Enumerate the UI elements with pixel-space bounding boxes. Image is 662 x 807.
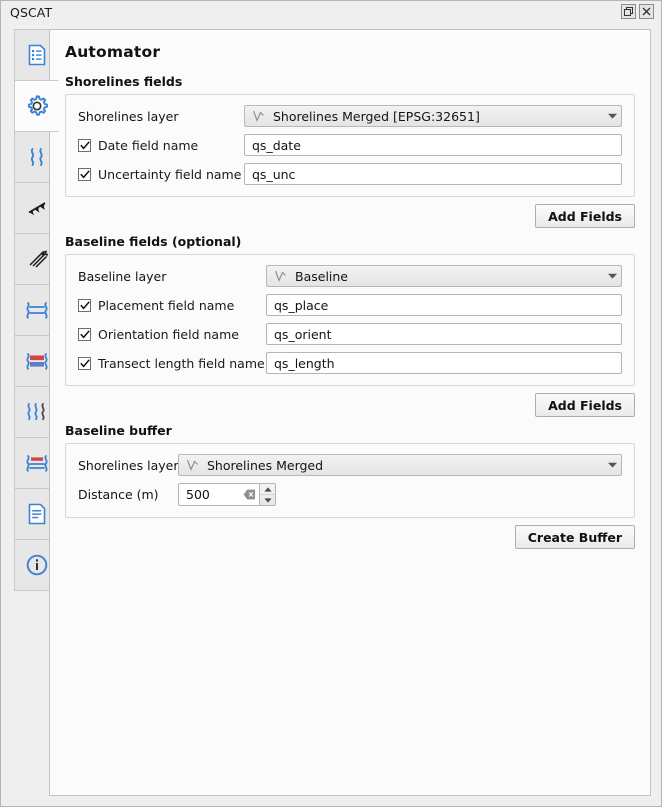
spin-up-button[interactable]	[260, 484, 275, 495]
chevron-down-icon	[608, 462, 617, 468]
spin-down-button[interactable]	[260, 495, 275, 505]
baseline-fields-section: Baseline fields (optional) Baseline laye…	[65, 234, 635, 417]
shorelines-fields-section: Shorelines fields Shorelines layer Shore…	[65, 74, 635, 228]
close-button[interactable]	[639, 4, 654, 19]
shorelines-layer-combobox[interactable]: Shorelines Merged [EPSG:32651]	[244, 105, 622, 127]
uncertainty-field-label: Uncertainty field name	[98, 166, 242, 182]
transect-length-field-checkbox-box[interactable]	[78, 356, 91, 370]
placement-field-checkbox-box[interactable]	[78, 298, 91, 312]
window-title: QSCAT	[10, 4, 53, 20]
shorelines-layer-label: Shorelines layer	[78, 108, 179, 124]
transect-length-field-input[interactable]: qs_length	[266, 352, 622, 374]
uncertainty-field-row: Uncertainty field name qs_unc	[78, 163, 622, 185]
shorelines-fields-groupbox: Shorelines layer Shorelines Merged [EPSG…	[65, 94, 635, 197]
float-icon	[624, 7, 633, 16]
buffer-layer-row: Shorelines layer Shorelines Merged	[78, 454, 622, 476]
baseline-layer-row: Baseline layer Baseline	[78, 265, 622, 287]
buffer-layer-value: Shorelines Merged	[207, 457, 324, 473]
uncertainty-field-input[interactable]: qs_unc	[244, 163, 622, 185]
window-controls	[621, 4, 654, 19]
create-buffer-row: Create Buffer	[65, 525, 635, 549]
forecasting-icon	[26, 403, 45, 421]
date-field-label: Date field name	[98, 137, 199, 153]
clear-icon	[243, 489, 255, 500]
check-icon	[79, 329, 90, 339]
float-button[interactable]	[621, 4, 636, 19]
orientation-field-checkbox[interactable]: Orientation field name	[78, 327, 266, 342]
page-title: Automator	[65, 43, 161, 61]
baseline-fields-groupbox: Baseline layer Baseline Placement field …	[65, 254, 635, 386]
transects-icon	[28, 250, 48, 268]
date-field-input[interactable]: qs_date	[244, 134, 622, 156]
check-icon	[79, 300, 90, 310]
gear-icon	[27, 95, 48, 116]
close-icon	[642, 7, 651, 16]
shorelines-add-fields-row: Add Fields	[65, 204, 635, 228]
info-icon	[26, 554, 47, 576]
baseline-layer-combobox[interactable]: Baseline	[266, 265, 622, 287]
orientation-field-input[interactable]: qs_orient	[266, 323, 622, 345]
placement-field-label: Placement field name	[98, 297, 235, 313]
orientation-field-row: Orientation field name qs_orient	[78, 323, 622, 345]
transect-length-field-label: Transect length field name	[98, 355, 265, 371]
buffer-distance-value: 500	[186, 487, 210, 502]
transect-length-field-row: Transect length field name qs_length	[78, 352, 622, 374]
create-buffer-button[interactable]: Create Buffer	[514, 525, 635, 549]
check-icon	[79, 140, 90, 150]
baseline-layer-label: Baseline layer	[78, 268, 167, 284]
uncertainty-field-checkbox-box[interactable]	[78, 167, 91, 181]
sidebar-tabrail	[1, 23, 59, 806]
area-change-icon	[25, 353, 48, 370]
date-field-checkbox[interactable]: Date field name	[78, 138, 244, 153]
date-field-checkbox-box[interactable]	[78, 138, 91, 152]
chevron-up-icon	[263, 486, 272, 492]
date-field-row: Date field name qs_date	[78, 134, 622, 156]
shorelines-icon	[30, 148, 43, 166]
check-icon	[79, 358, 90, 368]
arrows-icon	[28, 202, 45, 216]
shorelines-layer-value: Shorelines Merged [EPSG:32651]	[273, 108, 480, 124]
change-rate-icon	[25, 302, 48, 319]
window-body: Automator Shorelines fields Shorelines l…	[1, 23, 661, 806]
automator-panel: Automator Shorelines fields Shorelines l…	[49, 29, 651, 796]
visualization-icon	[25, 455, 48, 472]
orientation-field-label: Orientation field name	[98, 326, 239, 342]
baseline-buffer-title: Baseline buffer	[65, 423, 172, 438]
chevron-down-icon	[608, 273, 617, 279]
buffer-distance-spin-buttons	[259, 483, 276, 506]
buffer-distance-row: Distance (m) 500	[78, 483, 622, 506]
baseline-layer-value: Baseline	[295, 268, 348, 284]
baseline-buffer-groupbox: Shorelines layer Shorelines Merged Dista…	[65, 443, 635, 518]
vector-line-layer-icon	[252, 110, 264, 123]
qscat-window: QSCAT Automator Shorelines fields Shorel…	[0, 0, 662, 807]
chevron-down-icon	[608, 113, 617, 119]
buffer-layer-combobox[interactable]: Shorelines Merged	[178, 454, 622, 476]
transect-length-field-checkbox[interactable]: Transect length field name	[78, 356, 266, 371]
buffer-layer-label: Shorelines layer	[78, 457, 179, 473]
report-icon	[28, 503, 45, 525]
baseline-buffer-section: Baseline buffer Shorelines layer Shoreli…	[65, 423, 635, 549]
shorelines-fields-title: Shorelines fields	[65, 74, 183, 89]
baseline-add-fields-row: Add Fields	[65, 393, 635, 417]
clear-button[interactable]	[242, 488, 256, 501]
check-icon	[79, 169, 90, 179]
vector-line-layer-icon	[186, 459, 198, 472]
shorelines-layer-row: Shorelines layer Shorelines Merged [EPSG…	[78, 105, 622, 127]
placement-field-row: Placement field name qs_place	[78, 294, 622, 316]
shorelines-add-fields-button[interactable]: Add Fields	[535, 204, 635, 228]
vector-line-layer-icon	[274, 270, 286, 283]
uncertainty-field-checkbox[interactable]: Uncertainty field name	[78, 167, 244, 182]
buffer-distance-label: Distance (m)	[78, 487, 159, 502]
buffer-distance-spinbox[interactable]: 500	[178, 483, 276, 506]
placement-field-input[interactable]: qs_place	[266, 294, 622, 316]
window-titlebar: QSCAT	[1, 1, 661, 23]
baseline-add-fields-button[interactable]: Add Fields	[535, 393, 635, 417]
orientation-field-checkbox-box[interactable]	[78, 327, 91, 341]
chevron-down-icon	[263, 497, 272, 503]
buffer-distance-field[interactable]: 500	[178, 483, 259, 506]
placement-field-checkbox[interactable]: Placement field name	[78, 298, 266, 313]
document-list-icon	[28, 44, 45, 66]
baseline-fields-title: Baseline fields (optional)	[65, 234, 242, 249]
sidebar-tab-automator[interactable]	[14, 80, 59, 132]
